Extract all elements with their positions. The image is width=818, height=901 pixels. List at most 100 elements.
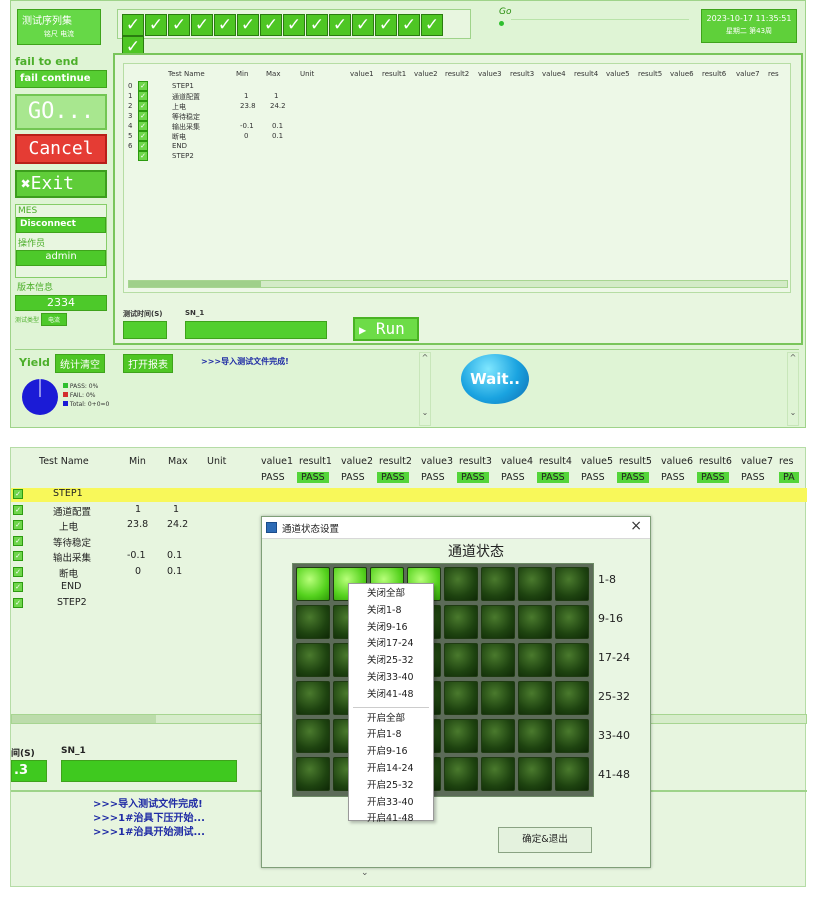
channel-cell[interactable] [518, 757, 552, 791]
sn-field[interactable] [185, 321, 327, 339]
channel-cell[interactable] [296, 719, 330, 753]
menu-item-close-17-24[interactable]: 关闭17-24 [349, 636, 433, 653]
channel-cell[interactable] [518, 605, 552, 639]
table-row[interactable]: ✓ 等待稳定 [11, 535, 251, 551]
channel-cell[interactable] [518, 643, 552, 677]
row-checkbox[interactable]: ✓ [13, 582, 23, 592]
test-type-value[interactable]: 电流 [40, 313, 67, 326]
channel-cell[interactable] [444, 719, 478, 753]
table-row[interactable]: ✓ STEP2 [128, 151, 328, 162]
menu-item-open-25-32[interactable]: 开启25-32 [349, 778, 433, 795]
log-scrollbar[interactable]: ^ ⌄ [419, 352, 431, 426]
channel-cell[interactable] [481, 643, 515, 677]
channel-cell[interactable] [296, 605, 330, 639]
row-checkbox[interactable]: ✓ [138, 101, 148, 111]
sn-field[interactable] [61, 760, 237, 782]
channel-cell[interactable] [444, 567, 478, 601]
menu-item-open-1-8[interactable]: 开启1-8 [349, 727, 433, 744]
menu-item-close-9-16[interactable]: 关闭9-16 [349, 620, 433, 637]
channel-cell[interactable] [444, 757, 478, 791]
menu-item-open-14-24[interactable]: 开启14-24 [349, 761, 433, 778]
row-checkbox[interactable]: ✓ [138, 141, 148, 151]
channel-cell[interactable] [444, 681, 478, 715]
scroll-up-icon[interactable]: ^ [788, 353, 798, 362]
sequence-set-box[interactable]: 测试序列集 铭尺 电流 [17, 9, 101, 45]
table-row[interactable]: 5 ✓ 断电 0 0.1 [128, 131, 328, 142]
table-row[interactable]: ✓ 断电 0 0.1 [11, 566, 251, 582]
menu-item-close-33-40[interactable]: 关闭33-40 [349, 670, 433, 687]
stat-clear-button[interactable]: 统计清空 [55, 354, 105, 373]
scroll-down-icon[interactable]: ⌄ [361, 868, 369, 878]
row-checkbox[interactable]: ✓ [13, 566, 23, 577]
menu-item-open-33-40[interactable]: 开启33-40 [349, 795, 433, 812]
close-icon[interactable]: × [630, 518, 642, 534]
menu-item-close-all[interactable]: 关闭全部 [349, 586, 433, 603]
channel-cell[interactable] [296, 681, 330, 715]
table-row[interactable]: 2 ✓ 上电 23.8 24.2 [128, 101, 328, 112]
fail-continue-button[interactable]: fail continue [15, 70, 107, 88]
row-checkbox[interactable]: ✓ [13, 504, 23, 515]
menu-item-close-41-48[interactable]: 关闭41-48 [349, 687, 433, 704]
channel-cell[interactable] [555, 567, 589, 601]
table-row[interactable]: ✓ STEP2 [11, 597, 251, 613]
channel-cell[interactable] [481, 567, 515, 601]
right-scrollbar[interactable]: ^ ⌄ [787, 352, 799, 426]
channel-cell[interactable] [555, 719, 589, 753]
table-row[interactable]: ✓ 通道配置 1 1 [11, 504, 251, 520]
table-row[interactable]: 0 ✓ STEP1 [128, 81, 328, 92]
channel-cell[interactable] [444, 643, 478, 677]
go-button[interactable]: GO... [15, 94, 107, 130]
channel-cell[interactable] [444, 605, 478, 639]
scrollbar-thumb[interactable] [129, 281, 261, 287]
row-checkbox[interactable]: ✓ [138, 151, 148, 161]
menu-item-open-all[interactable]: 开启全部 [349, 711, 433, 728]
row-checkbox[interactable]: ✓ [138, 131, 148, 141]
channel-cell[interactable] [481, 757, 515, 791]
channel-cell[interactable] [518, 567, 552, 601]
row-checkbox[interactable]: ✓ [138, 111, 148, 121]
channel-cell[interactable] [555, 681, 589, 715]
table-row[interactable]: 3 ✓ 等待稳定 [128, 111, 328, 122]
table-row[interactable]: 4 ✓ 输出采集 -0.1 0.1 [128, 121, 328, 132]
row-checkbox[interactable]: ✓ [13, 489, 23, 499]
channel-cell[interactable] [296, 757, 330, 791]
scrollbar-thumb[interactable] [12, 715, 156, 723]
channel-cell[interactable] [296, 567, 330, 601]
menu-item-open-41-48[interactable]: 开启41-48 [349, 811, 433, 828]
table-row[interactable]: ✓ END [11, 581, 251, 597]
channel-cell[interactable] [555, 643, 589, 677]
row-checkbox[interactable]: ✓ [13, 535, 23, 546]
exit-button[interactable]: ✖Exit [15, 170, 107, 198]
table-row[interactable]: ✓ STEP1 [11, 488, 251, 504]
cancel-button[interactable]: Cancel [15, 134, 107, 164]
menu-item-close-25-32[interactable]: 关闭25-32 [349, 653, 433, 670]
table-row[interactable]: 6 ✓ END [128, 141, 328, 152]
menu-item-open-9-16[interactable]: 开启9-16 [349, 744, 433, 761]
channel-cell[interactable] [481, 605, 515, 639]
run-button[interactable]: ▶ Run [353, 317, 419, 341]
channel-cell[interactable] [481, 681, 515, 715]
row-checkbox[interactable]: ✓ [138, 91, 148, 101]
disconnect-button[interactable]: Disconnect [16, 217, 106, 233]
row-checkbox[interactable]: ✓ [13, 597, 23, 608]
scroll-down-icon[interactable]: ⌄ [420, 408, 430, 417]
menu-item-close-1-8[interactable]: 关闭1-8 [349, 603, 433, 620]
channel-cell[interactable] [481, 719, 515, 753]
table-row[interactable]: 1 ✓ 通道配置 1 1 [128, 91, 328, 102]
row-checkbox[interactable]: ✓ [138, 81, 148, 91]
scroll-up-icon[interactable]: ^ [420, 353, 430, 362]
channel-cell[interactable] [555, 605, 589, 639]
open-report-button[interactable]: 打开报表 [123, 354, 173, 373]
scroll-down-icon[interactable]: ⌄ [788, 408, 798, 417]
channel-cell[interactable] [518, 719, 552, 753]
channel-cell[interactable] [518, 681, 552, 715]
table-row[interactable]: ✓ 上电 23.8 24.2 [11, 519, 251, 535]
row-checkbox[interactable]: ✓ [138, 121, 148, 131]
table-row[interactable]: ✓ 输出采集 -0.1 0.1 [11, 550, 251, 566]
horizontal-scrollbar[interactable] [128, 280, 788, 288]
row-checkbox[interactable]: ✓ [13, 551, 23, 561]
channel-cell[interactable] [555, 757, 589, 791]
row-checkbox[interactable]: ✓ [13, 520, 23, 530]
channel-cell[interactable] [296, 643, 330, 677]
confirm-exit-button[interactable]: 确定&退出 [498, 827, 592, 853]
